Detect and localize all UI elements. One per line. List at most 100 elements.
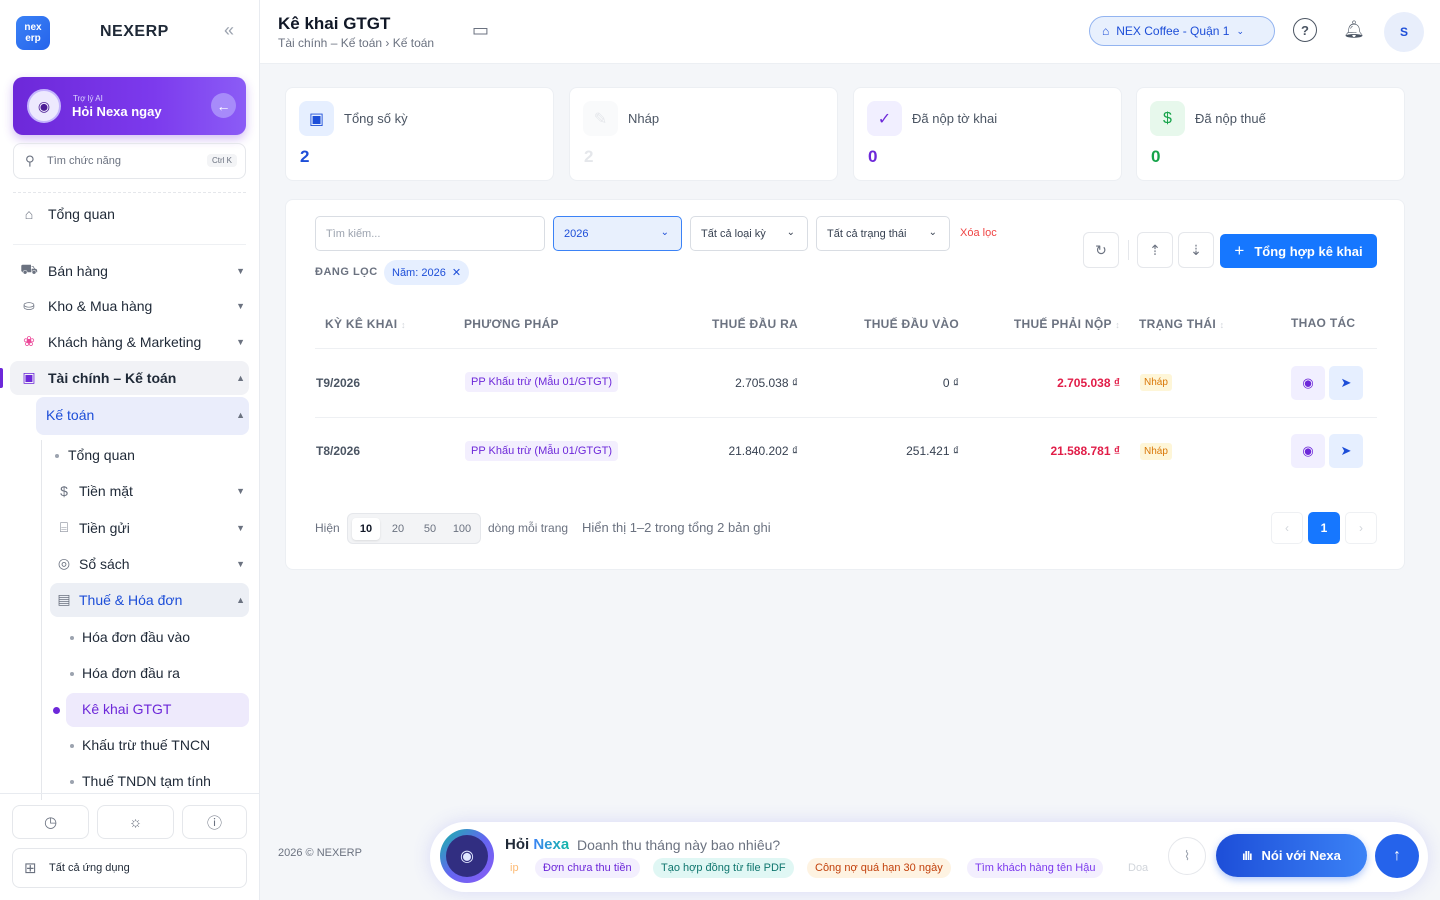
- stat-value: 0: [1151, 147, 1161, 166]
- stat-label: Đã nộp tờ khai: [912, 111, 998, 126]
- nav-acc-overview[interactable]: Tổng quan: [68, 447, 135, 463]
- suggestion-chip[interactable]: ip: [502, 858, 527, 878]
- chevron-down-icon: ▼: [236, 486, 245, 496]
- bell-icon[interactable]: 🔔︎: [1342, 18, 1366, 42]
- stat-card-paid: $ Đã nộp thuế 0: [1136, 87, 1405, 181]
- shortcut-badge: Ctrl K: [207, 154, 237, 167]
- status-badge: Nháp: [1140, 374, 1172, 391]
- nav-pit[interactable]: Khấu trừ thuế TNCN: [82, 737, 210, 753]
- eye-icon[interactable]: ◉: [1291, 366, 1325, 400]
- year-select[interactable]: 2026 ⌄: [553, 216, 682, 251]
- all-apps-button[interactable]: ⊞ Tất cả ứng dụng: [12, 848, 247, 888]
- aggregate-declaration-button[interactable]: + Tổng hợp kê khai: [1220, 234, 1377, 268]
- eye-icon[interactable]: ◉: [1291, 434, 1325, 468]
- col-period[interactable]: KỲ KÊ KHAI ↕: [325, 317, 406, 331]
- suggestion-chip[interactable]: Tìm khách hàng tên Hậu: [967, 858, 1104, 878]
- send-icon[interactable]: ➤: [1329, 434, 1363, 468]
- col-payable-tax[interactable]: THUẾ PHẢI NỘP ↕: [984, 317, 1120, 331]
- output-tax-cell: 2.705.038 ₫: [735, 376, 798, 390]
- col-status[interactable]: TRẠNG THÁI ↕: [1139, 317, 1224, 331]
- chevron-down-icon: ⌄: [1236, 25, 1244, 36]
- history-icon[interactable]: ◷: [12, 805, 89, 839]
- send-icon[interactable]: ➤: [1329, 366, 1363, 400]
- info-icon[interactable]: ⓘ: [182, 805, 247, 839]
- talk-label: Nói với Nexa: [1261, 848, 1341, 863]
- nexa-chat-bar: ◉ Hỏi Nexa Doanh thu tháng này bao nhiêu…: [430, 820, 1430, 892]
- next-page-icon[interactable]: ›: [1345, 512, 1377, 544]
- ledger-icon: ◎: [57, 555, 71, 571]
- nav-label: Tiền mặt: [79, 483, 133, 499]
- app-logo[interactable]: nex erp: [16, 16, 50, 50]
- suggestion-chip[interactable]: Doa: [1120, 858, 1157, 878]
- dollar-icon: $: [1150, 101, 1185, 136]
- suggestion-chip[interactable]: Tạo hợp đồng từ file PDF: [653, 858, 794, 878]
- chip-label: Năm: 2026: [392, 266, 446, 279]
- ai-title: Hỏi Nexa ngay: [72, 104, 162, 119]
- stat-label: Tổng số kỳ: [344, 111, 408, 126]
- payable-tax-cell: 2.705.038 ₫: [1057, 376, 1120, 390]
- prev-page-icon[interactable]: ‹: [1271, 512, 1303, 544]
- clear-filter-link[interactable]: Xóa lọc: [960, 227, 997, 239]
- avatar[interactable]: S: [1384, 12, 1424, 52]
- page-size-option[interactable]: 20: [384, 518, 412, 540]
- close-icon[interactable]: ✕: [452, 266, 461, 279]
- nav-label: Tổng quan: [48, 206, 115, 222]
- ai-assistant-card[interactable]: ◉ Trợ lý AI Hỏi Nexa ngay ←: [13, 77, 246, 135]
- nav-label: Kho & Mua hàng: [48, 297, 153, 314]
- nav-cash[interactable]: $ Tiền mặt ▼: [55, 483, 245, 499]
- paperclip-icon[interactable]: ⌇: [1168, 837, 1206, 875]
- per-page-label: dòng mỗi trang: [488, 521, 569, 535]
- arrow-left-icon[interactable]: ←: [211, 93, 236, 118]
- download-icon[interactable]: ⇣: [1178, 232, 1214, 268]
- function-search-input[interactable]: ⚲ Tìm chức năng Ctrl K: [13, 143, 246, 179]
- nav-overview[interactable]: ⌂ Tổng quan: [20, 206, 115, 222]
- nav-label: Hóa đơn đầu vào: [82, 629, 191, 645]
- suggestion-chip[interactable]: Công nợ quá hạn 30 ngày: [807, 858, 951, 878]
- nav-books[interactable]: ◎ Sổ sách ▼: [55, 555, 245, 572]
- page-size-option[interactable]: 100: [448, 518, 476, 540]
- talk-to-nexa-button[interactable]: ıllı Nói với Nexa: [1216, 834, 1367, 877]
- nav-label: Thuế & Hóa đơn: [79, 591, 183, 608]
- nav-label: Sổ sách: [79, 555, 130, 572]
- send-up-icon[interactable]: ↑: [1375, 834, 1419, 878]
- stat-value: 0: [868, 147, 878, 166]
- folder-icon[interactable]: ▭: [472, 20, 489, 41]
- refresh-icon[interactable]: ↻: [1083, 232, 1119, 268]
- chevron-up-icon: ▲: [236, 594, 245, 605]
- store-selector[interactable]: ⌂ NEX Coffee - Quận 1 ⌄: [1089, 16, 1275, 46]
- status-select[interactable]: Tất cả trạng thái ⌄: [816, 216, 950, 251]
- check-circle-icon: ✓: [867, 101, 902, 136]
- theme-icon[interactable]: ☼: [97, 805, 174, 839]
- current-page[interactable]: 1: [1308, 512, 1340, 544]
- nav-tax[interactable]: ▤ Thuế & Hóa đơn ▲: [55, 591, 245, 608]
- period-type-select[interactable]: Tất cả loại kỳ ⌄: [690, 216, 808, 251]
- upload-icon[interactable]: ⇡: [1137, 232, 1173, 268]
- help-icon[interactable]: ?: [1293, 18, 1317, 42]
- stat-card-draft: ✎ Nháp 2: [569, 87, 838, 181]
- nav-sales[interactable]: ⛟ Bán hàng ▼: [20, 261, 245, 280]
- page-size-option[interactable]: 10: [352, 518, 380, 540]
- nav-label: Hóa đơn đầu ra: [82, 665, 180, 681]
- nav-vat[interactable]: Kê khai GTGT: [82, 701, 171, 717]
- stat-value: 2: [300, 147, 310, 166]
- nav-accounting[interactable]: Kế toán ▲: [46, 407, 245, 423]
- nav-customers[interactable]: ❀ Khách hàng & Marketing ▼: [20, 333, 245, 350]
- suggestion-chip[interactable]: Đơn chưa thu tiền: [535, 858, 640, 878]
- nav-cit[interactable]: Thuế TNDN tạm tính: [82, 773, 211, 789]
- nav-inventory[interactable]: ⛀ Kho & Mua hàng ▼: [20, 297, 245, 314]
- output-tax-cell: 21.840.202 ₫: [728, 444, 798, 458]
- col-output-tax: THUẾ ĐẦU RA: [712, 317, 798, 331]
- nav-label: Kê khai GTGT: [82, 701, 172, 717]
- nav-deposit[interactable]: ⌸ Tiền gửi ▼: [55, 519, 245, 536]
- copyright: 2026 © NEXERP: [278, 847, 362, 859]
- chevron-down-icon: ⌄: [786, 227, 795, 238]
- search-input[interactable]: Tìm kiếm...: [315, 216, 545, 251]
- page-size-option[interactable]: 50: [416, 518, 444, 540]
- home-icon: ⌂: [24, 206, 34, 222]
- calculator-icon: ▣: [299, 101, 334, 136]
- nav-finance[interactable]: ▣ Tài chính – Kế toán ▲: [20, 369, 245, 386]
- nexa-question-input[interactable]: Doanh thu tháng này bao nhiêu?: [577, 837, 780, 853]
- nav-in-invoice[interactable]: Hóa đơn đầu vào: [82, 629, 190, 645]
- nav-out-invoice[interactable]: Hóa đơn đầu ra: [82, 665, 180, 681]
- collapse-sidebar-icon[interactable]: «: [224, 20, 234, 41]
